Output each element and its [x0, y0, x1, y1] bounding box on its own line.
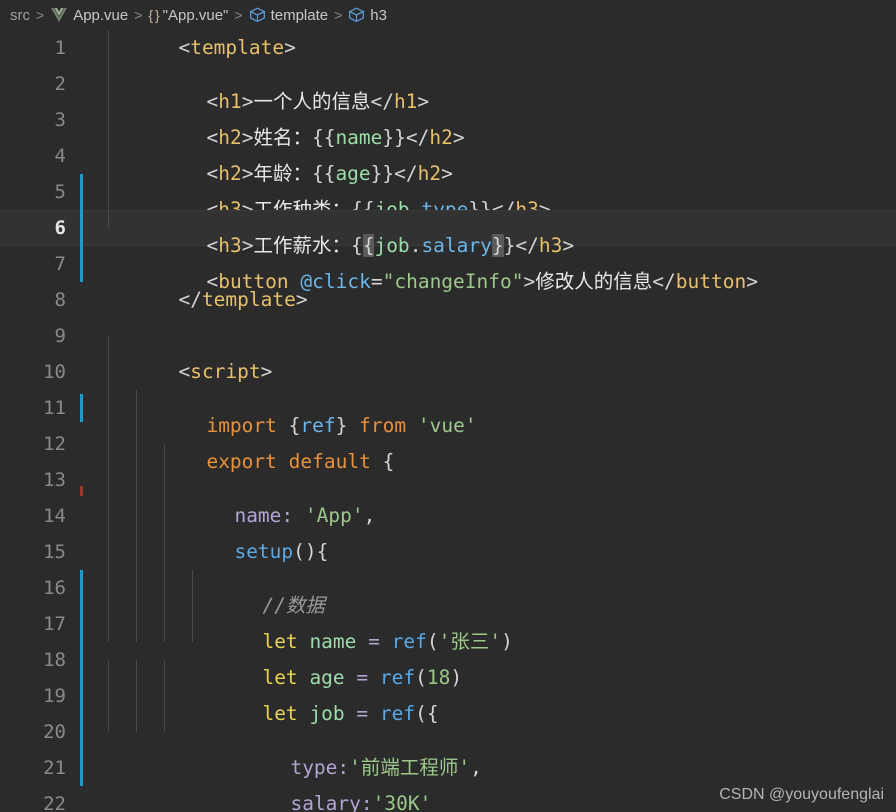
indent-guide: [108, 480, 109, 516]
line-number[interactable]: 17: [0, 606, 78, 642]
line-number-active[interactable]: 6: [0, 210, 78, 246]
line-number[interactable]: 2: [0, 66, 78, 102]
breadcrumb-item-template[interactable]: template: [248, 6, 329, 24]
indent-guide: [108, 390, 109, 426]
indent-guide: [108, 336, 109, 372]
breadcrumb-symbol-root-label: "App.vue": [162, 6, 229, 24]
indent-guide: [164, 570, 165, 606]
line-number[interactable]: 13: [0, 462, 78, 498]
breadcrumb-file-label: App.vue: [73, 6, 129, 24]
indent-guide: [136, 660, 137, 696]
breadcrumb-src-label: src: [10, 6, 30, 24]
breadcrumb-separator: >: [334, 7, 343, 23]
breadcrumb-item-file[interactable]: App.vue: [50, 7, 128, 24]
indent-guide: [108, 570, 109, 606]
indent-guide: [108, 120, 109, 156]
line-number[interactable]: 4: [0, 138, 78, 174]
indent-guide: [192, 570, 193, 606]
breadcrumb-separator: >: [36, 7, 45, 23]
indent-guide: [136, 444, 137, 480]
line-number[interactable]: 1: [0, 30, 78, 66]
breadcrumb-template-label: template: [270, 6, 329, 24]
indent-guide: [108, 660, 109, 696]
indent-guide: [108, 192, 109, 228]
indent-guide: [108, 156, 109, 192]
line-content[interactable]: [78, 696, 896, 812]
indent-guide: [108, 516, 109, 552]
vue-logo-icon: [50, 7, 68, 23]
line-number[interactable]: 16: [0, 570, 78, 606]
line-number[interactable]: 3: [0, 102, 78, 138]
breadcrumb-item-h3[interactable]: h3: [348, 7, 387, 24]
line-number[interactable]: 18: [0, 642, 78, 678]
indent-guide: [164, 660, 165, 696]
line-number[interactable]: 9: [0, 318, 78, 354]
indent-guide: [136, 480, 137, 516]
indent-guide: [164, 444, 165, 480]
indent-guide: [164, 516, 165, 552]
indent-guide: [164, 480, 165, 516]
line-number[interactable]: 7: [0, 246, 78, 282]
line-number[interactable]: 10: [0, 354, 78, 390]
indent-guide: [164, 696, 165, 732]
breadcrumb-separator: >: [134, 7, 143, 23]
breadcrumb-separator: >: [234, 7, 243, 23]
line-number[interactable]: 8: [0, 282, 78, 318]
indent-guide: [108, 606, 109, 642]
indent-guide: [136, 606, 137, 642]
symbol-namespace-icon: [348, 7, 366, 23]
code-line[interactable]: 22: [0, 696, 896, 812]
line-number[interactable]: 20: [0, 714, 78, 750]
indent-guide: [136, 696, 137, 732]
breadcrumb-item-src[interactable]: src: [10, 7, 30, 24]
line-number[interactable]: 12: [0, 426, 78, 462]
indent-guide: [108, 444, 109, 480]
symbol-namespace-icon: [248, 7, 266, 23]
code-editor[interactable]: 1 <template> 2 <h1>一个人的信息</h1> 3 <h2>姓名：…: [0, 30, 896, 812]
indent-guide: [192, 606, 193, 642]
line-number[interactable]: 5: [0, 174, 78, 210]
indent-guide: [136, 570, 137, 606]
indent-guide: [164, 606, 165, 642]
indent-guide: [136, 516, 137, 552]
json-braces-icon: { }: [148, 7, 159, 23]
breadcrumb: src > App.vue > { } "App.vue" > template…: [0, 0, 896, 30]
indent-guide: [108, 84, 109, 120]
breadcrumb-h3-label: h3: [370, 6, 387, 24]
indent-guide: [108, 696, 109, 732]
line-number[interactable]: 21: [0, 750, 78, 786]
line-number[interactable]: 22: [0, 786, 78, 812]
line-number[interactable]: 14: [0, 498, 78, 534]
line-number[interactable]: 11: [0, 390, 78, 426]
line-number[interactable]: 19: [0, 678, 78, 714]
indent-guide: [108, 48, 109, 84]
indent-guide: [108, 30, 109, 48]
breadcrumb-item-symbol-root[interactable]: { } "App.vue": [148, 7, 228, 24]
line-number[interactable]: 15: [0, 534, 78, 570]
indent-guide: [136, 390, 137, 426]
